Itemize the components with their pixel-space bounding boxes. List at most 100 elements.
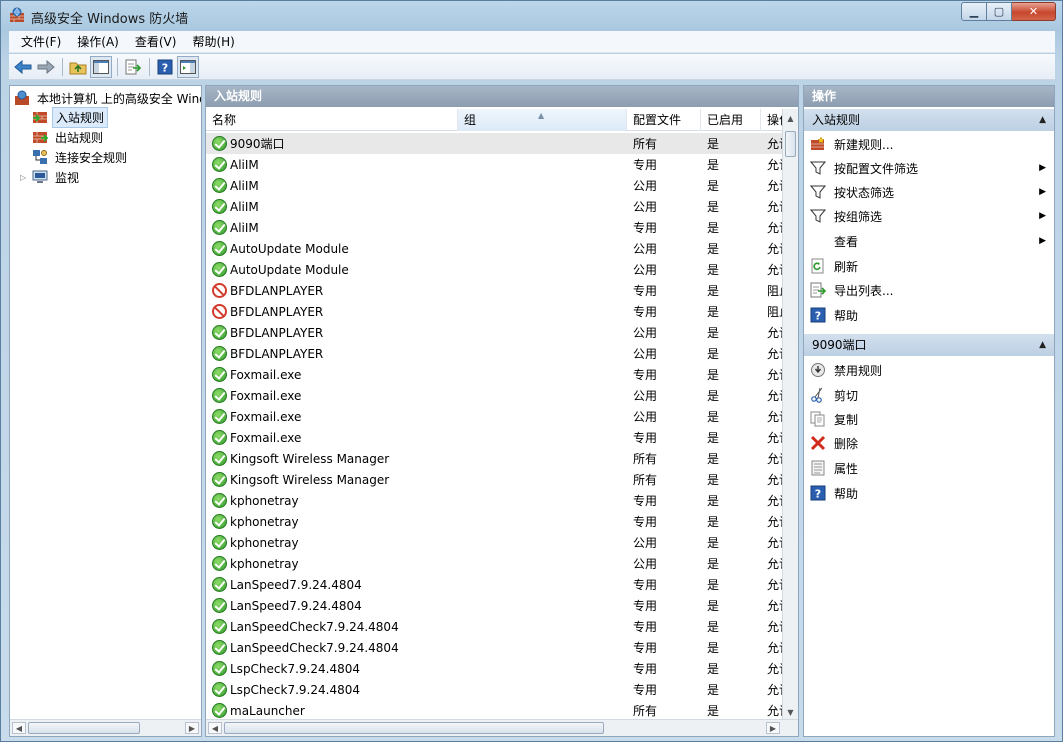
show-hide-tree-button[interactable] (90, 55, 112, 78)
action-export-list[interactable]: 导出列表... (804, 279, 1054, 301)
action-new-rule[interactable]: 新建规则... (804, 133, 1054, 155)
scroll-left-button[interactable]: ◀ (12, 722, 26, 734)
column-header-action[interactable]: 操作 (761, 109, 784, 131)
table-row[interactable]: LanSpeedCheck7.9.24.4804 专用 是 允许 (206, 616, 784, 637)
maximize-button[interactable]: ▢ (987, 2, 1012, 21)
table-row[interactable]: BFDLANPLAYER 专用 是 阻止 (206, 280, 784, 301)
cell-enabled: 是 (707, 137, 720, 151)
action-help[interactable]: ? 帮助 (804, 304, 1054, 326)
column-header-group[interactable]: ▲ 组 (458, 109, 627, 131)
column-header-enabled[interactable]: 已启用 (701, 109, 761, 131)
action-properties[interactable]: 属性 (804, 457, 1054, 479)
title-bar[interactable]: 高级安全 Windows 防火墙 ▁ ▢ ✕ (1, 1, 1062, 31)
table-row[interactable]: AliIM 专用 是 允许 (206, 154, 784, 175)
rules-vertical-scrollbar[interactable]: ▲ ▼ (782, 109, 798, 721)
scrollbar-thumb[interactable] (785, 131, 796, 157)
action-refresh[interactable]: 刷新 (804, 255, 1054, 277)
column-header-profile[interactable]: 配置文件 (627, 109, 701, 131)
scroll-right-button[interactable]: ▶ (766, 722, 780, 734)
action-delete[interactable]: 删除 (804, 432, 1054, 454)
collapse-icon[interactable]: ▲ (1039, 109, 1046, 131)
action-help-rule[interactable]: ? 帮助 (804, 482, 1054, 504)
action-group-selected-rule[interactable]: 9090端口 ▲ (804, 334, 1054, 356)
menu-help[interactable]: 帮助(H) (184, 31, 242, 53)
tree-horizontal-scrollbar[interactable]: ◀ ▶ (10, 719, 201, 736)
rule-name: Foxmail.exe (230, 409, 302, 424)
tree-root[interactable]: 本地计算机 上的高级安全 Windows 防火墙 (14, 88, 201, 108)
scrollbar-thumb[interactable] (224, 722, 604, 734)
scroll-up-button[interactable]: ▲ (784, 111, 797, 125)
action-filter-by-state[interactable]: 按状态筛选 ▶ (804, 181, 1054, 203)
cell-enabled: 是 (707, 389, 720, 403)
tree-item-monitoring[interactable]: ▷ 监视 (20, 167, 82, 187)
action-label: 帮助 (834, 308, 859, 323)
menu-file[interactable]: 文件(F) (13, 31, 69, 53)
help-button[interactable]: ? (154, 56, 176, 78)
rule-name: AliIM (230, 157, 259, 172)
table-row[interactable]: LspCheck7.9.24.4804 专用 是 允许 (206, 658, 784, 679)
table-row[interactable]: AliIM 公用 是 允许 (206, 175, 784, 196)
scrollbar-thumb[interactable] (28, 722, 140, 734)
collapse-icon[interactable]: ▲ (1039, 334, 1046, 356)
scroll-left-button[interactable]: ◀ (208, 722, 222, 734)
scroll-right-button[interactable]: ▶ (185, 722, 199, 734)
table-row[interactable]: LanSpeedCheck7.9.24.4804 专用 是 允许 (206, 637, 784, 658)
expand-chevron-icon[interactable]: ▷ (20, 173, 30, 182)
action-disable-rule[interactable]: 禁用规则 (804, 359, 1054, 381)
minimize-button[interactable]: ▁ (961, 2, 987, 21)
cell-profile: 专用 (633, 683, 658, 697)
column-header-name[interactable]: 名称 (206, 109, 458, 131)
menu-view[interactable]: 查看(V) (127, 31, 185, 53)
table-row[interactable]: Kingsoft Wireless Manager 所有 是 允许 (206, 448, 784, 469)
table-row[interactable]: kphonetray 公用 是 允许 (206, 553, 784, 574)
tree-item-connection-security-rules[interactable]: 连接安全规则 (32, 147, 130, 167)
action-cut[interactable]: 剪切 (804, 384, 1054, 406)
up-level-button[interactable] (67, 56, 89, 78)
close-button[interactable]: ✕ (1012, 2, 1056, 21)
action-filter-by-group[interactable]: 按组筛选 ▶ (804, 205, 1054, 227)
scroll-down-button[interactable]: ▼ (784, 705, 797, 719)
table-row[interactable]: kphonetray 公用 是 允许 (206, 532, 784, 553)
table-row[interactable]: maLauncher 所有 是 允许 (206, 700, 784, 721)
table-row[interactable]: kphonetray 专用 是 允许 (206, 511, 784, 532)
action-copy[interactable]: 复制 (804, 408, 1054, 430)
table-row[interactable]: Foxmail.exe 公用 是 允许 (206, 406, 784, 427)
table-row[interactable]: kphonetray 专用 是 允许 (206, 490, 784, 511)
table-row[interactable]: AliIM 专用 是 允许 (206, 217, 784, 238)
forward-button[interactable] (35, 56, 57, 78)
rule-name: Foxmail.exe (230, 430, 302, 445)
column-headers: 名称 ▲ 组 配置文件 已启用 操作 (206, 109, 784, 131)
cell-name: Foxmail.exe (206, 430, 458, 445)
action-view[interactable]: 查看 ▶ (804, 230, 1054, 252)
action-filter-by-profile[interactable]: 按配置文件筛选 ▶ (804, 157, 1054, 179)
table-row[interactable]: BFDLANPLAYER 公用 是 允许 (206, 343, 784, 364)
menu-action[interactable]: 操作(A) (69, 31, 127, 53)
console-tree: 本地计算机 上的高级安全 Windows 防火墙 入站规则 出站规则 连接安全规… (9, 85, 202, 737)
table-row[interactable]: LanSpeed7.9.24.4804 专用 是 允许 (206, 574, 784, 595)
back-button[interactable] (12, 56, 34, 78)
action-group-inbound-rules[interactable]: 入站规则 ▲ (804, 109, 1054, 131)
table-row[interactable]: Foxmail.exe 专用 是 允许 (206, 364, 784, 385)
show-hide-action-pane-button[interactable] (177, 55, 199, 78)
tree-item-inbound-rules[interactable]: 入站规则 (32, 106, 109, 128)
table-row[interactable]: Foxmail.exe 专用 是 允许 (206, 427, 784, 448)
table-row[interactable]: Foxmail.exe 公用 是 允许 (206, 385, 784, 406)
table-row[interactable]: LanSpeed7.9.24.4804 专用 是 允许 (206, 595, 784, 616)
tree-item-outbound-rules[interactable]: 出站规则 (32, 127, 106, 147)
table-row[interactable]: 9090端口 所有 是 允许 (206, 133, 784, 154)
filter-icon (810, 209, 826, 223)
rules-horizontal-scrollbar[interactable]: ◀ ▶ (206, 719, 798, 736)
table-row[interactable]: AutoUpdate Module 公用 是 允许 (206, 238, 784, 259)
cell-enabled: 是 (707, 704, 720, 718)
table-row[interactable]: AutoUpdate Module 公用 是 允许 (206, 259, 784, 280)
cell-profile: 公用 (633, 242, 658, 256)
table-row[interactable]: Kingsoft Wireless Manager 所有 是 允许 (206, 469, 784, 490)
properties-icon (811, 460, 825, 476)
table-row[interactable]: LspCheck7.9.24.4804 专用 是 允许 (206, 679, 784, 700)
allow-rule-icon (212, 682, 227, 697)
cell-enabled: 是 (707, 347, 720, 361)
export-list-button[interactable] (122, 56, 144, 78)
table-row[interactable]: BFDLANPLAYER 专用 是 阻止 (206, 301, 784, 322)
table-row[interactable]: AliIM 公用 是 允许 (206, 196, 784, 217)
table-row[interactable]: BFDLANPLAYER 公用 是 允许 (206, 322, 784, 343)
